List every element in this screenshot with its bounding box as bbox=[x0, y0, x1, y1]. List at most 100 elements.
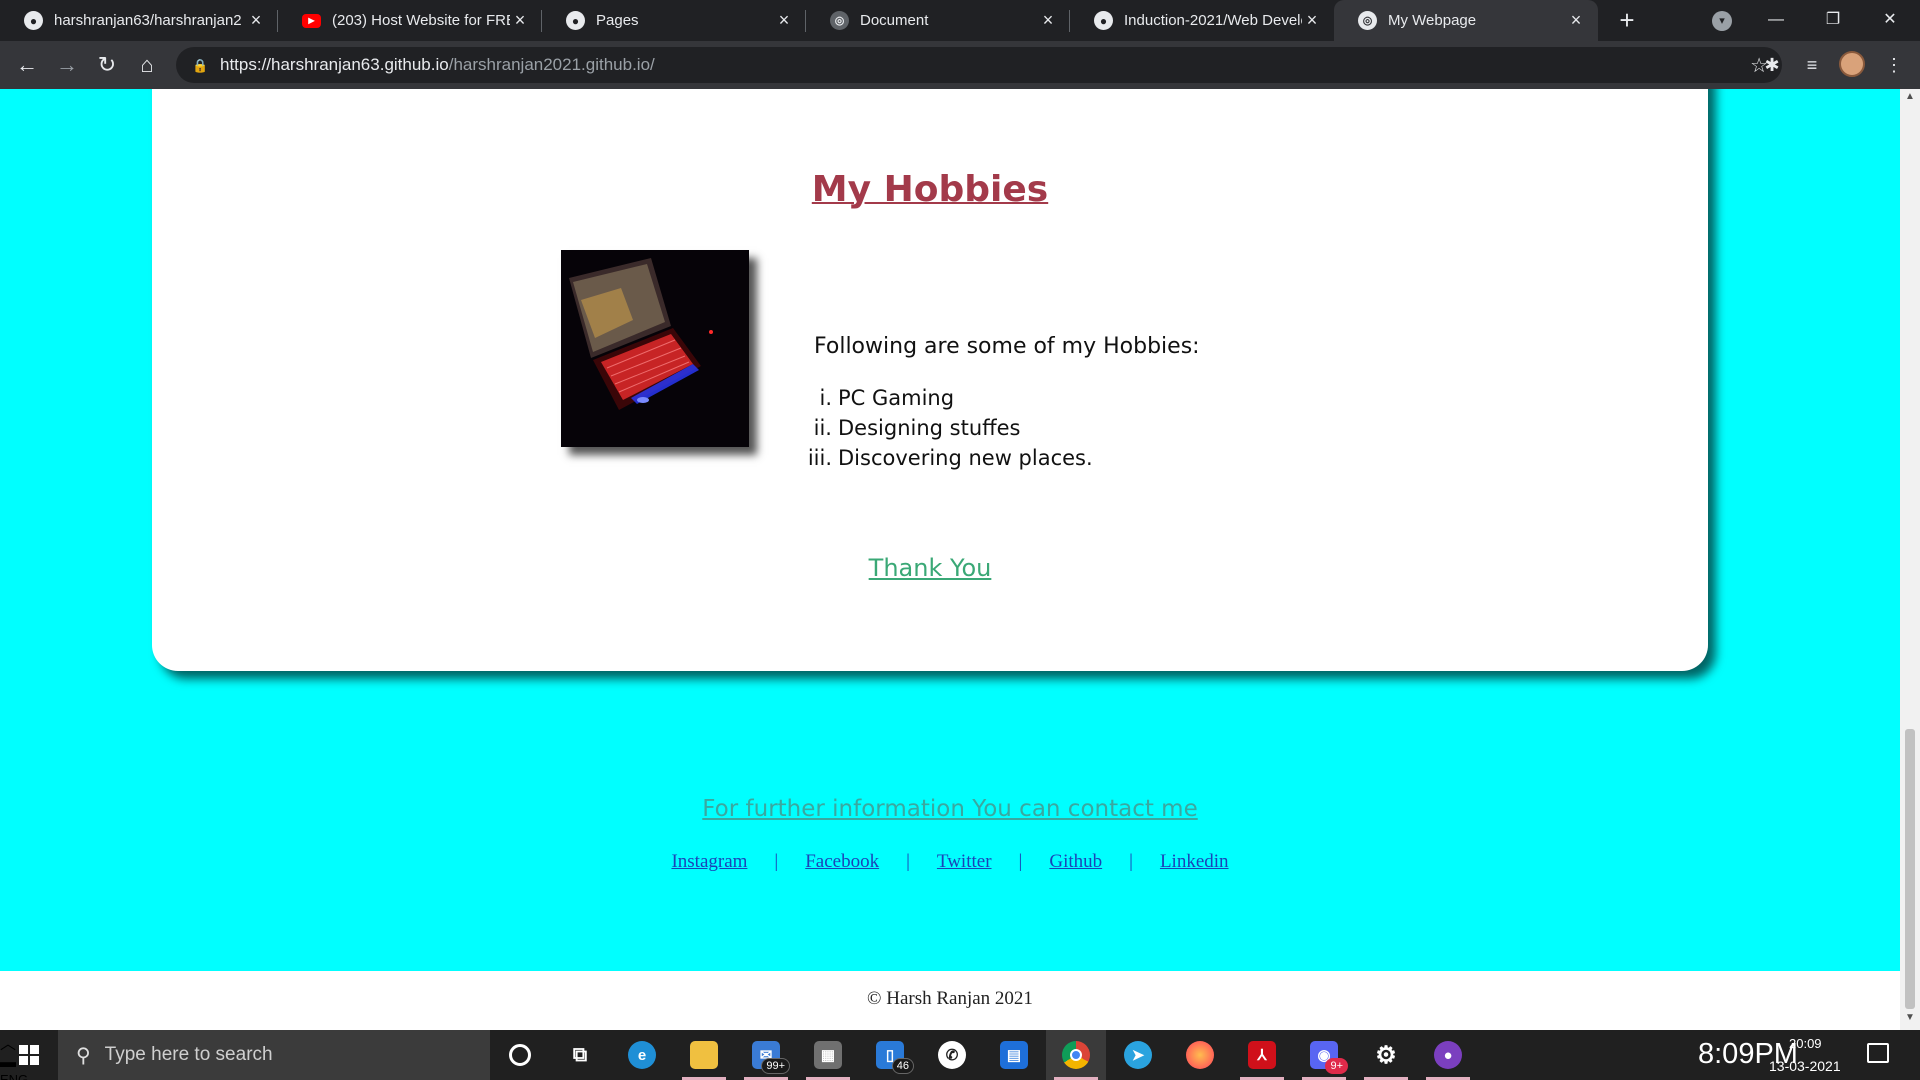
list-item: ii. Designing stuffes bbox=[802, 413, 1093, 443]
discord-badge: 9+ bbox=[1325, 1058, 1348, 1074]
media-control-icon[interactable]: ≡ bbox=[1797, 50, 1827, 80]
social-links: Instagram | Facebook | Twitter | Github … bbox=[0, 851, 1900, 873]
hobbies-intro-text: Following are some of my Hobbies: bbox=[814, 334, 1200, 359]
address-bar[interactable]: 🔒 https://harshranjan63.github.io /harsh… bbox=[176, 47, 1782, 83]
link-separator: | bbox=[1129, 851, 1133, 872]
discord-app[interactable]: ◉ 9+ bbox=[1294, 1030, 1354, 1080]
restore-button[interactable]: ❐ bbox=[1813, 4, 1853, 36]
notification-center-icon[interactable] bbox=[1867, 1043, 1889, 1063]
thank-you-link[interactable]: Thank You bbox=[152, 554, 1708, 582]
cortana-button[interactable] bbox=[490, 1030, 550, 1080]
taskbar-search-box[interactable]: ⚲ Type here to search bbox=[58, 1030, 490, 1080]
file-explorer-app[interactable] bbox=[674, 1030, 734, 1080]
tab-search-icon[interactable]: ▾ bbox=[1712, 11, 1732, 31]
link-separator: | bbox=[1018, 851, 1023, 872]
tab-pages[interactable]: ● Pages × bbox=[542, 0, 806, 41]
page-footer: © Harsh Ranjan 2021 bbox=[0, 971, 1900, 1030]
close-icon[interactable]: × bbox=[1566, 10, 1586, 31]
firefox-icon bbox=[1186, 1041, 1214, 1069]
github-desktop-app[interactable]: ● bbox=[1418, 1030, 1478, 1080]
contact-link[interactable]: For further information You can contact … bbox=[0, 796, 1900, 822]
hobbies-card: My Hobbies Following are some of my Hobb… bbox=[152, 89, 1708, 671]
tab-document[interactable]: ◎ Document × bbox=[806, 0, 1070, 41]
instagram-link[interactable]: Instagram bbox=[671, 851, 747, 873]
list-item: iii. Discovering new places. bbox=[802, 443, 1093, 473]
menu-kebab-icon[interactable]: ⋮ bbox=[1879, 50, 1909, 80]
close-icon[interactable]: × bbox=[1302, 10, 1322, 31]
page-scrollbar[interactable]: ▲ ▼ bbox=[1900, 89, 1920, 1030]
tab-title: My Webpage bbox=[1388, 12, 1477, 29]
acrobat-app[interactable]: ⅄ bbox=[1232, 1030, 1292, 1080]
telegram-app[interactable]: ➤ bbox=[1108, 1030, 1168, 1080]
profile-avatar[interactable] bbox=[1839, 51, 1865, 77]
close-icon[interactable]: × bbox=[510, 10, 530, 31]
edge-app[interactable]: e bbox=[612, 1030, 672, 1080]
twitter-link[interactable]: Twitter bbox=[937, 851, 992, 873]
firefox-app[interactable] bbox=[1170, 1030, 1230, 1080]
clock-24h[interactable]: 20:09 bbox=[1789, 1036, 1822, 1051]
list-item-number: i. bbox=[819, 386, 832, 410]
acrobat-icon: ⅄ bbox=[1248, 1041, 1276, 1069]
settings-app[interactable]: ⚙ bbox=[1356, 1030, 1416, 1080]
tab-title: harshranjan63/harshranjan2 bbox=[54, 12, 242, 29]
close-icon[interactable]: × bbox=[1038, 10, 1058, 31]
list-item-text: Designing stuffes bbox=[838, 416, 1021, 440]
list-item-text: PC Gaming bbox=[838, 386, 955, 410]
list-item-text: Discovering new places. bbox=[838, 446, 1093, 470]
tab-title: Induction-2021/Web Develo bbox=[1124, 12, 1302, 29]
task-view-button[interactable]: ⧉ bbox=[550, 1030, 610, 1080]
start-button[interactable] bbox=[0, 1030, 58, 1080]
page-viewport: My Hobbies Following are some of my Hobb… bbox=[0, 89, 1900, 1030]
new-tab-button[interactable]: + bbox=[1612, 6, 1642, 36]
cortana-icon bbox=[509, 1044, 531, 1066]
url-host: https://harshranjan63.github.io bbox=[220, 55, 449, 74]
globe-icon: ◎ bbox=[830, 11, 849, 30]
linkedin-link[interactable]: Linkedin bbox=[1160, 851, 1229, 873]
github-icon: ● bbox=[24, 11, 43, 30]
home-button[interactable]: ⌂ bbox=[132, 50, 162, 80]
globe-icon: ◎ bbox=[1358, 11, 1377, 30]
folder-icon bbox=[690, 1041, 718, 1069]
github-link[interactable]: Github bbox=[1049, 851, 1102, 873]
minimize-button[interactable]: — bbox=[1756, 4, 1796, 36]
scroll-down-arrow-icon[interactable]: ▼ bbox=[1900, 1012, 1920, 1028]
tab-title: Document bbox=[860, 12, 929, 29]
windows-logo-icon bbox=[19, 1045, 39, 1065]
phone-app[interactable]: ▯ 46 bbox=[860, 1030, 920, 1080]
clock-date[interactable]: 13-03-2021 bbox=[1769, 1058, 1841, 1074]
list-item-number: ii. bbox=[813, 416, 832, 440]
github-desktop-icon: ● bbox=[1434, 1041, 1462, 1069]
mail-app[interactable]: ✉ 99+ bbox=[736, 1030, 796, 1080]
back-button[interactable]: ← bbox=[12, 50, 42, 80]
search-placeholder: Type here to search bbox=[104, 1044, 273, 1065]
extensions-icon[interactable]: ✱ bbox=[1757, 50, 1787, 80]
phone-badge: 46 bbox=[891, 1058, 914, 1074]
scroll-up-arrow-icon[interactable]: ▲ bbox=[1900, 91, 1920, 107]
reload-button[interactable]: ↻ bbox=[92, 50, 122, 80]
gear-icon: ⚙ bbox=[1375, 1041, 1397, 1069]
close-icon[interactable]: × bbox=[246, 10, 266, 31]
scrollbar-thumb[interactable] bbox=[1905, 729, 1915, 1009]
windows-taskbar: ⚲ Type here to search ⧉ e ✉ 99+ ▦ ▯ 46 ✆… bbox=[0, 1030, 1920, 1080]
calculator-app[interactable]: ▦ bbox=[798, 1030, 858, 1080]
facebook-link[interactable]: Facebook bbox=[805, 851, 879, 873]
lock-icon[interactable]: 🔒 bbox=[192, 58, 208, 73]
tab-youtube[interactable]: ▶ (203) Host Website for FREE × bbox=[278, 0, 542, 41]
list-item: i. PC Gaming bbox=[802, 383, 1093, 413]
calculator-icon: ▦ bbox=[814, 1041, 842, 1069]
tab-induction[interactable]: ● Induction-2021/Web Develo × bbox=[1070, 0, 1334, 41]
tab-github-repo[interactable]: ● harshranjan63/harshranjan2 × bbox=[0, 0, 278, 41]
close-icon[interactable]: × bbox=[774, 10, 794, 31]
forward-button[interactable]: → bbox=[52, 50, 82, 80]
laptop-illustration bbox=[561, 250, 749, 447]
whatsapp-app[interactable]: ✆ bbox=[922, 1030, 982, 1080]
edge-icon: e bbox=[628, 1041, 656, 1069]
calendar-app[interactable]: ▤ bbox=[984, 1030, 1044, 1080]
window-close-button[interactable]: ✕ bbox=[1870, 4, 1910, 36]
search-icon: ⚲ bbox=[76, 1044, 91, 1067]
chrome-app[interactable] bbox=[1046, 1030, 1106, 1080]
whatsapp-icon: ✆ bbox=[938, 1041, 966, 1069]
tab-my-webpage[interactable]: ◎ My Webpage × bbox=[1334, 0, 1598, 41]
browser-toolbar: ← → ↻ ⌂ 🔒 https://harshranjan63.github.i… bbox=[0, 41, 1920, 89]
telegram-icon: ➤ bbox=[1124, 1041, 1152, 1069]
